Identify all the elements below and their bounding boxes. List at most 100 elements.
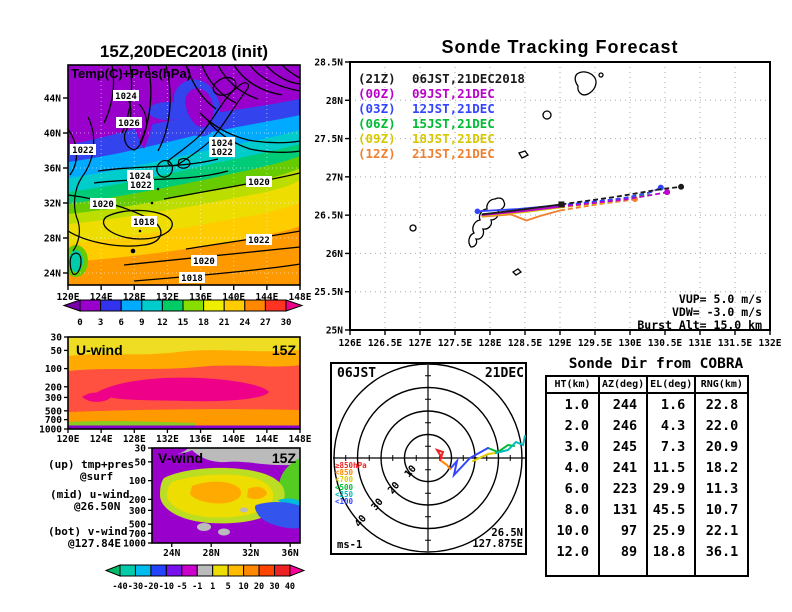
axis-tick-label: 127E bbox=[409, 338, 432, 349]
hodograph-site: 26.5N 127.875E bbox=[428, 528, 523, 550]
table-cell: 1.0 bbox=[545, 393, 600, 415]
table-row: 8.0 131 45.5 10.7 bbox=[545, 499, 750, 520]
axis-tick-label: 1026 bbox=[118, 119, 140, 129]
table-row: 6.0 223 29.9 11.3 bbox=[545, 478, 750, 499]
table-cell: 10.7 bbox=[694, 499, 750, 520]
table-header: RNG(km) bbox=[694, 375, 750, 394]
axis-tick-label: 30 bbox=[135, 444, 147, 455]
table-cell: 11.5 bbox=[646, 457, 697, 478]
axis-tick-label: 3 bbox=[98, 318, 103, 328]
table-header: HT(km) bbox=[545, 375, 600, 394]
axis-tick-label: 21 bbox=[219, 318, 230, 328]
hodograph-unit: ms-1 bbox=[337, 539, 363, 551]
colorbar-segment bbox=[120, 299, 143, 312]
colorbar-segment bbox=[134, 564, 152, 577]
table-cell: 25.9 bbox=[646, 520, 697, 541]
colorbar-segment bbox=[150, 564, 167, 577]
table-cell: 241 bbox=[597, 457, 649, 478]
axis-tick-label: 130.5E bbox=[648, 338, 683, 349]
track-legend-entry: (09Z) 18JST,21DEC bbox=[358, 131, 525, 146]
legend-valid-time: 18JST,21DEC bbox=[412, 131, 495, 146]
axis-tick-label: 0 bbox=[77, 318, 82, 328]
axis-tick-label: 130E bbox=[619, 338, 642, 349]
axis-tick-label: 40N bbox=[44, 129, 61, 140]
tracking-legend: (21Z) 06JST,21DEC2018 (00Z) 09JST,21DEC (03Z… bbox=[358, 71, 525, 161]
track-legend-entry: (12Z) 21JST,21DEC bbox=[358, 146, 525, 161]
tracking-map-title: Sonde Tracking Forecast bbox=[441, 37, 679, 57]
table-cell: 7.3 bbox=[646, 436, 697, 457]
u-wind-label: U-wind bbox=[76, 342, 123, 358]
axis-tick-label: 128.5E bbox=[508, 338, 543, 349]
tracking-annotations: VUP= 5.0 m/s VDW= -3.0 m/s Burst Alt= 15… bbox=[580, 293, 762, 332]
track-legend-entry: (06Z) 15JST,21DEC bbox=[358, 116, 525, 131]
axis-tick-label: -40 bbox=[112, 582, 127, 592]
table-cell: 20.9 bbox=[694, 436, 750, 457]
table-spacer-cell bbox=[597, 562, 649, 576]
axis-tick-label: 44N bbox=[44, 94, 61, 105]
table-cell: 245 bbox=[597, 436, 649, 457]
axis-tick-label: 26.5N bbox=[314, 211, 343, 222]
burst-alt-annotation: Burst Alt= 15.0 km bbox=[637, 318, 762, 332]
legend-init-time: (00Z) bbox=[358, 86, 396, 101]
table-cell: 2.0 bbox=[545, 415, 600, 436]
axis-tick-label: 200 bbox=[129, 495, 146, 506]
table-cell: 1.6 bbox=[646, 393, 697, 415]
axis-tick-label: 126E bbox=[339, 338, 362, 349]
track-legend-entry: (03Z) 12JST,21DEC bbox=[358, 101, 525, 116]
axis-tick-label: 25.5N bbox=[314, 287, 343, 298]
temperature-colorbar: 0 3 6 9 12 15 18 21 24 27 30 bbox=[62, 299, 304, 328]
axis-tick-label: 32N bbox=[242, 548, 259, 559]
axis-tick-label: 1000 bbox=[123, 539, 146, 550]
axis-tick-label: 27N bbox=[326, 172, 343, 183]
colorbar-segment bbox=[161, 299, 184, 312]
colorbar-arrow-left bbox=[62, 299, 81, 312]
note-mid-line2: @26.50N bbox=[74, 500, 121, 513]
legend-valid-time: 09JST,21DEC bbox=[412, 86, 495, 101]
axis-tick-label: 20 bbox=[254, 582, 264, 592]
table-row: 4.0 241 11.5 18.2 bbox=[545, 457, 750, 478]
legend-valid-time: 06JST,21DEC2018 bbox=[412, 71, 525, 86]
axis-tick-label: 131.5E bbox=[718, 338, 753, 349]
table-cell: 12.0 bbox=[545, 541, 600, 562]
table-cell: 36.1 bbox=[694, 541, 750, 562]
colorbar-segment bbox=[203, 299, 225, 312]
hodograph-time: 06JST bbox=[337, 366, 377, 381]
table-cell: 18.2 bbox=[694, 457, 750, 478]
axis-tick-label: -1 bbox=[192, 582, 202, 592]
colorbar-segment bbox=[165, 564, 183, 577]
axis-tick-label: 18 bbox=[198, 318, 209, 328]
colorbar-segment bbox=[196, 564, 214, 577]
axis-tick-label: 25N bbox=[326, 325, 343, 336]
axis-tick-label: 300 bbox=[45, 393, 62, 404]
axis-tick-label: 9 bbox=[139, 318, 144, 328]
colorbar-segment bbox=[243, 564, 260, 577]
axis-tick-label: -30 bbox=[128, 582, 143, 592]
axis-tick-label: 126.5E bbox=[368, 338, 403, 349]
axis-tick-label: 132E bbox=[759, 338, 782, 349]
axis-tick-label: 27 bbox=[260, 318, 271, 328]
table-cell: 246 bbox=[597, 415, 649, 436]
axis-tick-label: 1018 bbox=[181, 274, 203, 284]
axis-tick-label: 1020 bbox=[248, 178, 270, 188]
axis-tick-label: 50 bbox=[135, 457, 147, 468]
table-header: AZ(deg) bbox=[597, 375, 649, 394]
axis-tick-label: 27.5N bbox=[314, 134, 343, 145]
table-title: Sonde Dir from COBRA bbox=[568, 356, 744, 372]
axis-tick-label: 1022 bbox=[248, 236, 270, 246]
track-start-marker bbox=[474, 208, 481, 215]
table-cell: 89 bbox=[597, 541, 649, 562]
sonde-direction-table: Sonde Dir from COBRA HT(km) AZ(deg) EL(deg… bbox=[543, 356, 769, 577]
table-spacer-cell bbox=[545, 562, 600, 576]
table-row: 12.0 89 18.8 36.1 bbox=[545, 541, 750, 562]
table-cell: 22.1 bbox=[694, 520, 750, 541]
axis-tick-label: 26N bbox=[326, 249, 343, 260]
table-spacer-cell bbox=[694, 562, 750, 576]
axis-tick-label: 24N bbox=[44, 269, 61, 280]
legend-init-time: (09Z) bbox=[358, 131, 396, 146]
colorbar-segment bbox=[227, 564, 245, 577]
axis-tick-label: 1022 bbox=[211, 148, 233, 158]
colorbar-segment bbox=[181, 564, 198, 577]
colorbar-segment bbox=[212, 564, 229, 577]
track-legend-entry: (00Z) 09JST,21DEC bbox=[358, 86, 525, 101]
axis-tick-label: 30 bbox=[281, 318, 292, 328]
